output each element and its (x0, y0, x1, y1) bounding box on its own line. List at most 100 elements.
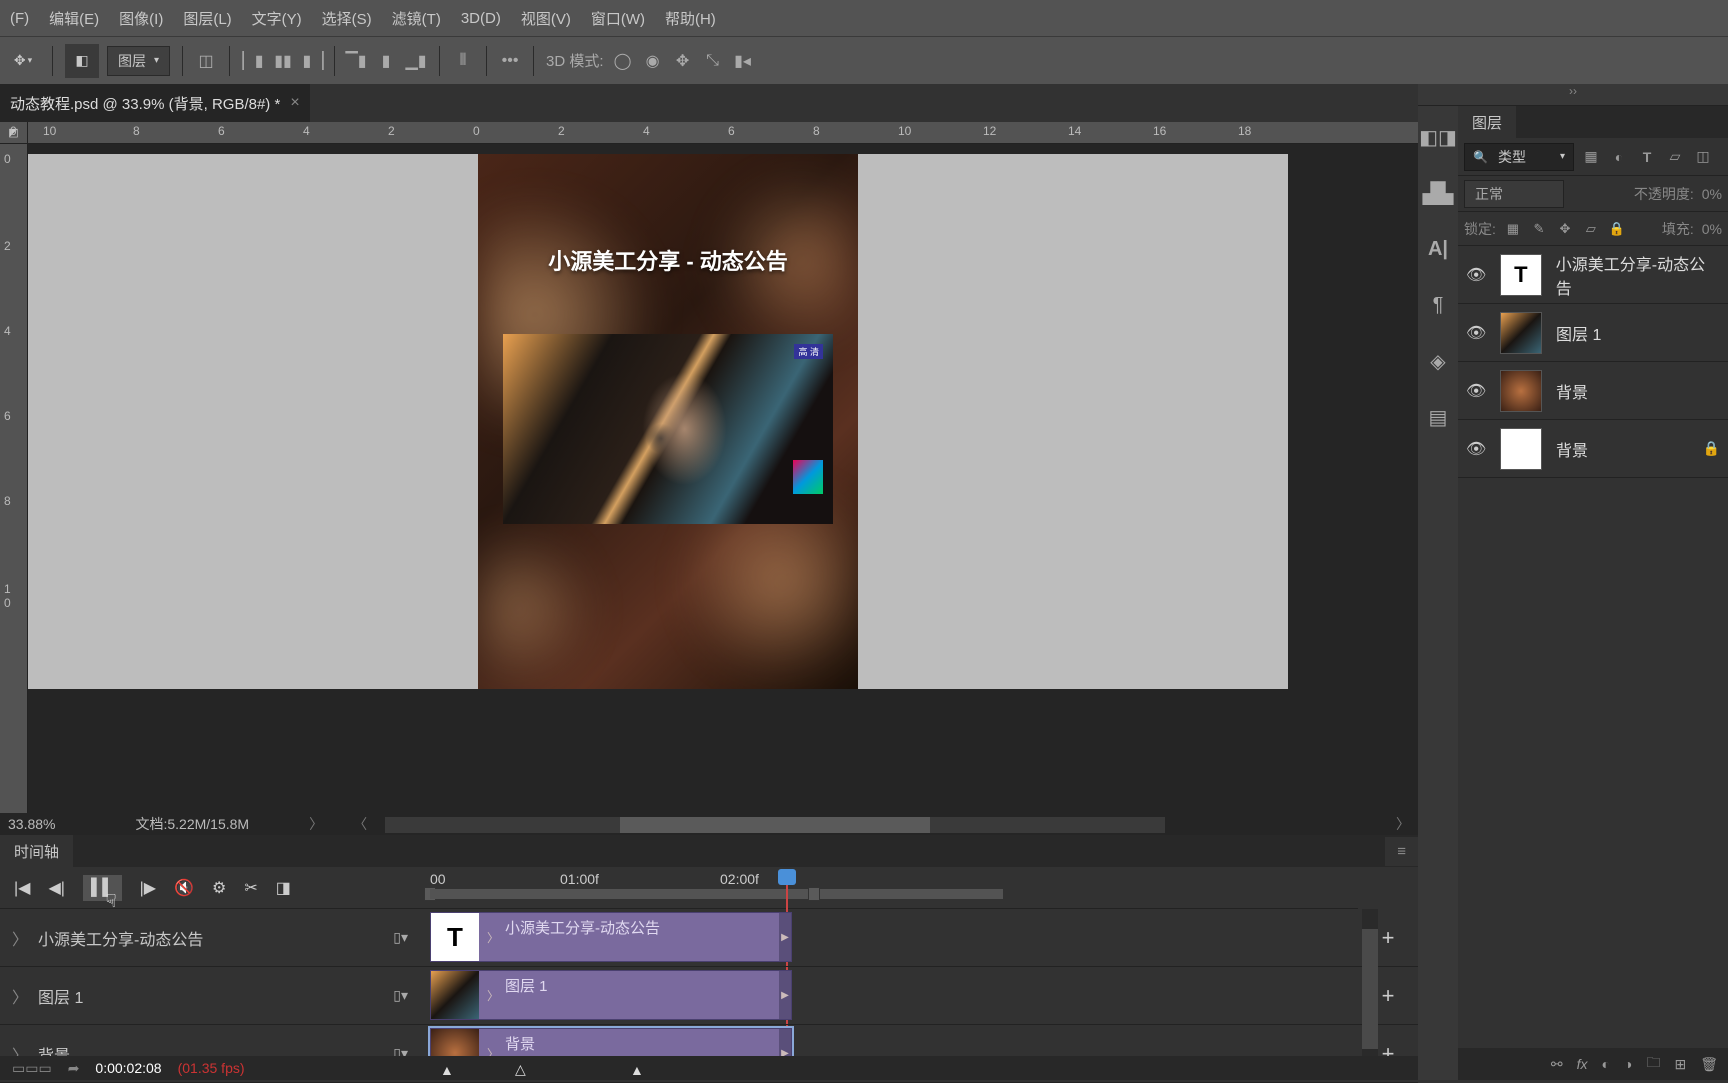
visibility-icon[interactable]: 👁 (1466, 265, 1486, 285)
lock-artboard-icon[interactable]: ▱ (1582, 220, 1600, 238)
transition-icon[interactable]: ◨ (276, 878, 291, 898)
clip[interactable]: T 〉 小源美工分享-动态公告 ▶ (430, 912, 792, 962)
filter-adjust-icon[interactable]: ◐ (1608, 146, 1630, 168)
h-scroll-thumb[interactable] (620, 817, 930, 833)
blend-mode-select[interactable]: 正常 (1464, 180, 1564, 208)
tl-layer-opts-icon[interactable]: ▯▾ (393, 929, 408, 946)
menu-edit[interactable]: 编辑(E) (39, 0, 109, 37)
vscroll-thumb[interactable] (1362, 929, 1378, 1049)
3d-icon[interactable]: ◈ (1425, 348, 1451, 374)
timeline-menu-icon[interactable]: ≡ (1385, 837, 1418, 866)
close-tab-icon[interactable]: × (290, 94, 299, 112)
layer-name[interactable]: 图层 1 (1556, 321, 1601, 345)
document-content[interactable]: 小源美工分享 - 动态公告 高 清 (478, 154, 858, 689)
timecode[interactable]: 0:00:02:08 (95, 1060, 161, 1076)
expand-icon[interactable]: 〉 (12, 984, 24, 1008)
timeline-ruler[interactable]: 00 01:00f 02:00f (420, 867, 1358, 909)
prev-frame-icon[interactable]: ◀| (48, 878, 64, 898)
split-icon[interactable]: ✂ (244, 878, 257, 898)
visibility-icon[interactable]: 👁 (1466, 439, 1486, 459)
tl-layer-opts-icon[interactable]: ▯▾ (393, 987, 408, 1004)
tab-timeline[interactable]: 时间轴 (0, 835, 73, 868)
character-icon[interactable]: A| (1425, 236, 1451, 262)
layer-row[interactable]: 👁 图层 1 (1458, 304, 1728, 362)
mask-icon[interactable]: ◐ (1602, 1056, 1610, 1072)
histogram-icon[interactable]: ▟▙ (1425, 180, 1451, 206)
clip[interactable]: 〉 图层 1 ▶ (430, 970, 792, 1020)
play-icon[interactable]: ▌▌☟ (83, 875, 122, 901)
lock-pixels-icon[interactable]: ✎ (1530, 220, 1548, 238)
filter-smart-icon[interactable]: ◫ (1692, 146, 1714, 168)
lock-all-icon[interactable]: 🔒 (1608, 220, 1626, 238)
h-scrollbar[interactable] (385, 817, 1165, 833)
zoom-value[interactable]: 33.88% (8, 816, 55, 832)
tab-layers[interactable]: 图层 (1458, 106, 1516, 139)
layer-row[interactable]: 👁 背景 (1458, 362, 1728, 420)
align-right-icon[interactable]: ▮▕ (302, 50, 324, 72)
transform-controls-icon[interactable]: ◫ (195, 50, 217, 72)
libraries-icon[interactable]: ▤ (1425, 404, 1451, 430)
visibility-icon[interactable]: 👁 (1466, 381, 1486, 401)
convert-icon[interactable]: ▭▭▭ (12, 1060, 52, 1077)
scroll-right-icon[interactable]: 〉 (1396, 814, 1410, 834)
paragraph-icon[interactable]: ¶ (1425, 292, 1451, 318)
layer-name[interactable]: 背景 (1556, 379, 1588, 403)
group-icon[interactable]: 🗀 (1646, 1052, 1660, 1076)
adjustments-icon[interactable]: ◧◨ (1425, 124, 1451, 150)
menu-type[interactable]: 文字(Y) (242, 0, 312, 37)
align-hcenter-icon[interactable]: ▮▮ (272, 50, 294, 72)
settings-icon[interactable]: ⚙ (212, 878, 226, 898)
auto-select-icon[interactable]: ◧ (65, 44, 99, 78)
expand-icon[interactable]: 〉 (12, 926, 24, 950)
track-row[interactable]: 〉 图层 1 ▶ (420, 967, 1358, 1025)
work-area[interactable] (430, 889, 1003, 899)
playhead[interactable] (778, 869, 796, 885)
status-arrow-icon[interactable]: 〉 (309, 814, 323, 834)
canvas[interactable]: 小源美工分享 - 动态公告 高 清 (28, 154, 1288, 689)
mute-icon[interactable]: 🔇 (174, 878, 194, 898)
menu-view[interactable]: 视图(V) (511, 0, 581, 37)
timeline-layer[interactable]: 〉 小源美工分享-动态公告 ▯▾ (0, 909, 420, 967)
opacity-value[interactable]: 0% (1702, 186, 1722, 202)
clip-end-handle[interactable]: ▶ (779, 971, 791, 1019)
more-icon[interactable]: ••• (499, 50, 521, 72)
menu-select[interactable]: 选择(S) (312, 0, 382, 37)
menu-window[interactable]: 窗口(W) (581, 0, 655, 37)
layer-row[interactable]: 👁 T 小源美工分享-动态公告 (1458, 246, 1728, 304)
ruler-horizontal[interactable]: 0108642024681012141618 (28, 122, 1418, 144)
link-icon[interactable]: ⚯ (1551, 1056, 1563, 1073)
track-row[interactable]: T 〉 小源美工分享-动态公告 ▶ (420, 909, 1358, 967)
panel-collapse-icon[interactable]: ›› (1418, 84, 1728, 106)
timeline-vscroll[interactable] (1362, 909, 1378, 1056)
move-tool-icon[interactable]: ✥▾ (6, 44, 40, 78)
align-vcenter-icon[interactable]: ▮ (375, 50, 397, 72)
fx-icon[interactable]: fx (1577, 1056, 1588, 1072)
render-icon[interactable]: ➦ (68, 1060, 80, 1077)
clip-end-handle[interactable]: ▶ (779, 913, 791, 961)
filter-type-select[interactable]: 类型 (1464, 143, 1574, 171)
target-select[interactable]: 图层 (107, 46, 170, 76)
menu-layer[interactable]: 图层(L) (173, 0, 241, 37)
menu-help[interactable]: 帮助(H) (655, 0, 726, 37)
timeline-zoom[interactable]: ▲ △ ▲ (430, 1056, 710, 1080)
ruler-vertical[interactable]: 0246810 (0, 144, 28, 813)
go-first-icon[interactable]: |◀ (14, 878, 30, 898)
zoom-in-icon[interactable]: ▲ (630, 1062, 644, 1078)
timeline-layer[interactable]: 〉 图层 1 ▯▾ (0, 967, 420, 1025)
fill-value[interactable]: 0% (1702, 221, 1722, 237)
work-end-handle[interactable] (808, 887, 820, 901)
lock-position-icon[interactable]: ✥ (1556, 220, 1574, 238)
lock-transparency-icon[interactable]: ▦ (1504, 220, 1522, 238)
next-frame-icon[interactable]: |▶ (140, 878, 156, 898)
adjustment-icon[interactable]: ◑ (1624, 1056, 1632, 1072)
menu-3d[interactable]: 3D(D) (451, 2, 511, 35)
filter-shape-icon[interactable]: ▱ (1664, 146, 1686, 168)
align-left-icon[interactable]: ▏▮ (242, 50, 264, 72)
align-bottom-icon[interactable]: ▁▮ (405, 50, 427, 72)
menu-file[interactable]: (F) (0, 2, 39, 35)
delete-icon[interactable]: 🗑 (1700, 1056, 1718, 1073)
menu-image[interactable]: 图像(I) (109, 0, 173, 37)
document-tab[interactable]: 动态教程.psd @ 33.9% (背景, RGB/8#) * × (0, 84, 310, 122)
filter-pixel-icon[interactable]: ▦ (1580, 146, 1602, 168)
zoom-out-icon[interactable]: ▲ (440, 1062, 454, 1078)
